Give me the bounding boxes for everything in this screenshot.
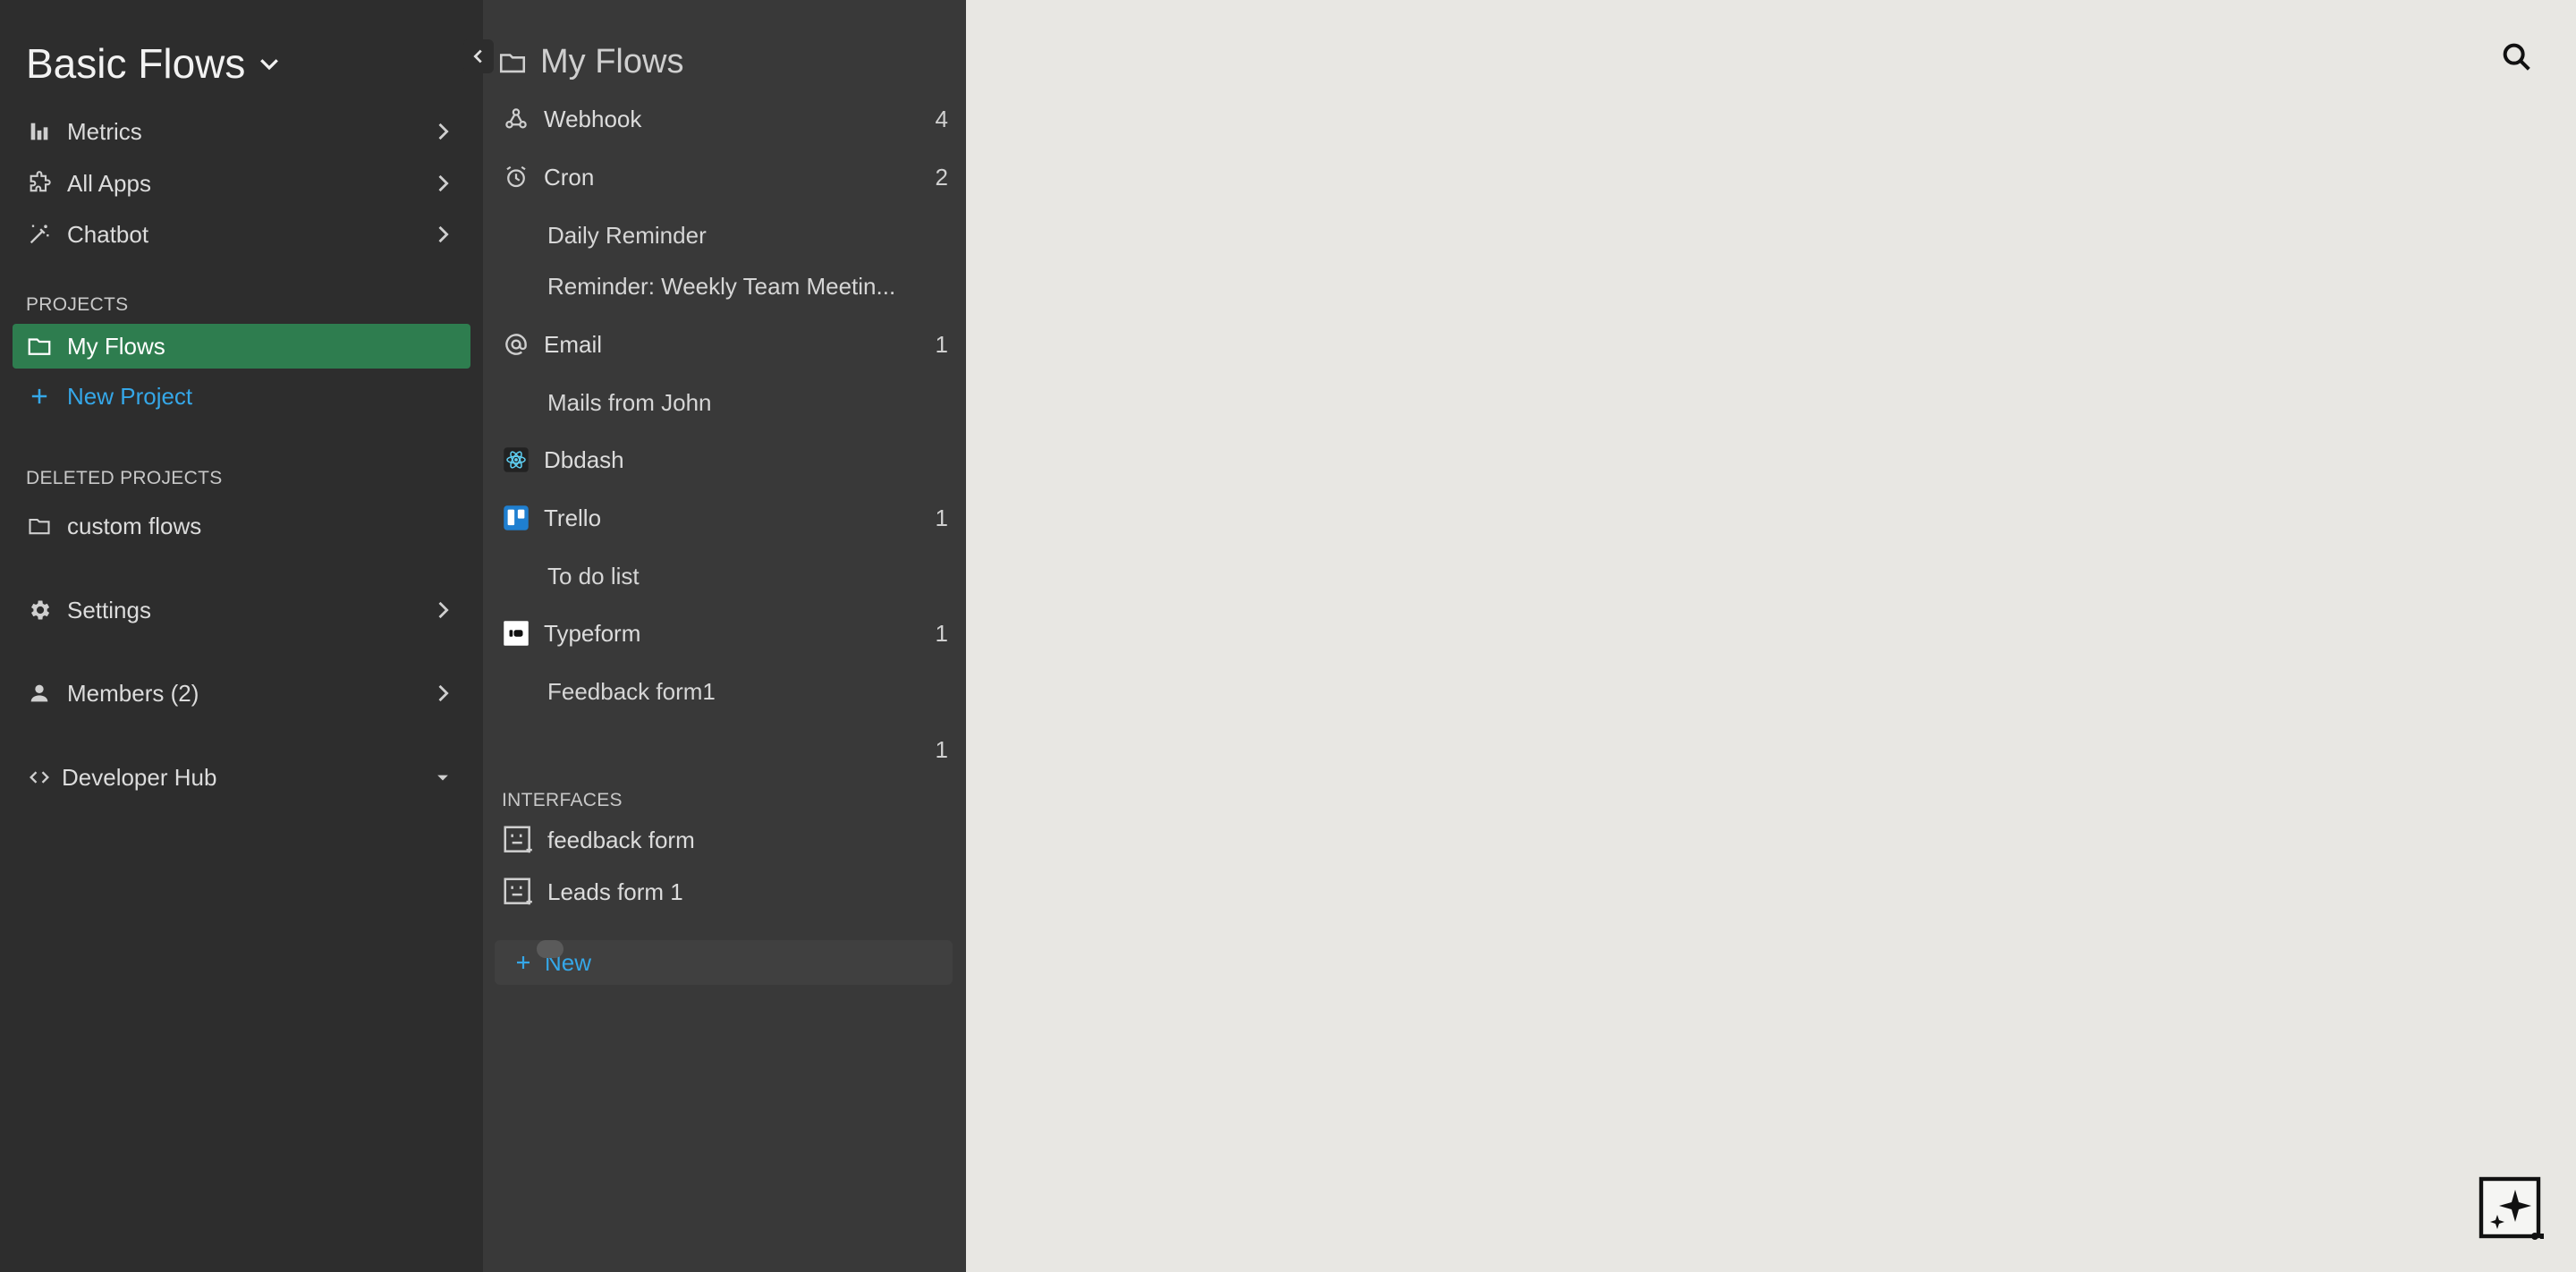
interface-icon — [504, 878, 532, 905]
sidebar: Basic Flows Metrics All Apps Chatbot PRO… — [0, 0, 483, 1272]
nav-chatbot-label: Chatbot — [67, 220, 149, 248]
nav-metrics-label: Metrics — [67, 117, 142, 145]
trigger-trello[interactable]: Trello 1 — [501, 496, 948, 539]
trigger-label: Cron — [544, 163, 595, 191]
trigger-label: Dbdash — [544, 445, 624, 473]
deleted-project-label: custom flows — [67, 512, 202, 539]
nav-all-apps[interactable]: All Apps — [26, 163, 455, 204]
gear-icon — [26, 597, 53, 623]
puzzle-icon — [26, 170, 53, 197]
plus-icon — [26, 383, 53, 410]
trigger-label: Trello — [544, 504, 602, 531]
webhook-icon — [501, 104, 531, 134]
deleted-project-custom-flows[interactable]: custom flows — [26, 505, 455, 547]
typeform-logo-icon — [501, 618, 531, 649]
trigger-dbdash[interactable]: Dbdash — [501, 438, 948, 481]
magic-wand-icon — [26, 221, 53, 248]
interface-item-leads-form-1[interactable]: Leads form 1 — [501, 870, 683, 913]
trigger-label: Webhook — [544, 105, 642, 132]
chevron-right-icon — [438, 225, 449, 243]
trigger-count: 4 — [935, 105, 948, 132]
nav-settings[interactable]: Settings — [26, 589, 455, 631]
folder-icon — [26, 513, 53, 539]
trigger-email[interactable]: Email 1 — [501, 323, 948, 366]
nav-members[interactable]: Members (2) — [26, 673, 455, 714]
trigger-webhook[interactable]: Webhook 4 — [501, 98, 948, 140]
ai-assistant-icon[interactable] — [2476, 1174, 2547, 1245]
person-icon — [26, 680, 53, 707]
trigger-count: 1 — [935, 735, 948, 763]
nav-all-apps-label: All Apps — [67, 169, 151, 197]
trello-logo-icon — [501, 503, 531, 533]
flows-panel-title-text: My Flows — [540, 43, 684, 81]
nav-metrics[interactable]: Metrics — [26, 111, 455, 152]
nav-settings-label: Settings — [67, 596, 151, 623]
search-icon[interactable] — [2499, 39, 2535, 75]
new-project-label: New Project — [67, 382, 193, 410]
nav-members-label: Members (2) — [67, 679, 199, 707]
bar-chart-icon — [26, 118, 53, 145]
chevron-right-icon — [438, 601, 449, 619]
new-project-button[interactable]: New Project — [26, 376, 455, 417]
chevron-right-icon — [438, 123, 449, 140]
chevron-left-icon — [473, 49, 482, 64]
flow-item-daily-reminder[interactable]: Daily Reminder — [547, 216, 905, 255]
flow-item-feedback-form1[interactable]: Feedback form1 — [547, 672, 905, 711]
interface-label: feedback form — [547, 826, 695, 853]
flow-item-weekly-team-meeting[interactable]: Reminder: Weekly Team Meetin... — [547, 267, 905, 306]
drag-handle[interactable] — [537, 940, 564, 958]
plus-icon — [517, 956, 530, 969]
chevron-right-icon — [438, 684, 449, 702]
trigger-label: Typeform — [544, 619, 641, 647]
trigger-count: 2 — [935, 163, 948, 191]
nav-developer-hub-label: Developer Hub — [62, 763, 217, 791]
nav-chatbot[interactable]: Chatbot — [26, 214, 455, 255]
folder-icon — [499, 53, 526, 72]
code-brackets-icon — [26, 764, 53, 791]
dbdash-logo-icon — [501, 445, 531, 475]
trigger-count: 1 — [935, 619, 948, 647]
workspace-switcher[interactable]: Basic Flows — [26, 39, 283, 88]
project-item-label: My Flows — [67, 332, 165, 360]
workspace-title: Basic Flows — [26, 40, 246, 87]
main-content-area — [966, 0, 2576, 1272]
collapse-sidebar-button[interactable] — [463, 39, 494, 73]
chevron-right-icon — [438, 174, 449, 192]
flow-item-to-do-list[interactable]: To do list — [547, 556, 905, 596]
projects-section-label: PROJECTS — [26, 294, 129, 315]
at-sign-icon — [501, 329, 531, 360]
trigger-cron[interactable]: Cron 2 — [501, 156, 948, 199]
caret-down-icon — [437, 775, 448, 781]
project-item-my-flows[interactable]: My Flows — [13, 324, 470, 369]
nav-developer-hub[interactable]: Developer Hub — [26, 757, 455, 798]
trigger-count: 1 — [935, 330, 948, 358]
trigger-unnamed[interactable]: 1 — [501, 728, 948, 771]
chevron-down-icon — [260, 59, 279, 71]
trigger-label: Email — [544, 330, 603, 358]
interface-label: Leads form 1 — [547, 878, 683, 905]
flow-item-mails-from-john[interactable]: Mails from John — [547, 383, 905, 422]
folder-icon — [28, 338, 51, 355]
alarm-clock-icon — [501, 162, 531, 192]
interfaces-section-label: INTERFACES — [502, 790, 623, 810]
flows-panel-title: My Flows — [497, 43, 683, 81]
interface-icon — [504, 826, 532, 853]
deleted-projects-section-label: DELETED PROJECTS — [26, 468, 223, 488]
trigger-count: 1 — [935, 504, 948, 531]
trigger-typeform[interactable]: Typeform 1 — [501, 612, 948, 655]
interface-item-feedback-form[interactable]: feedback form — [501, 818, 695, 861]
